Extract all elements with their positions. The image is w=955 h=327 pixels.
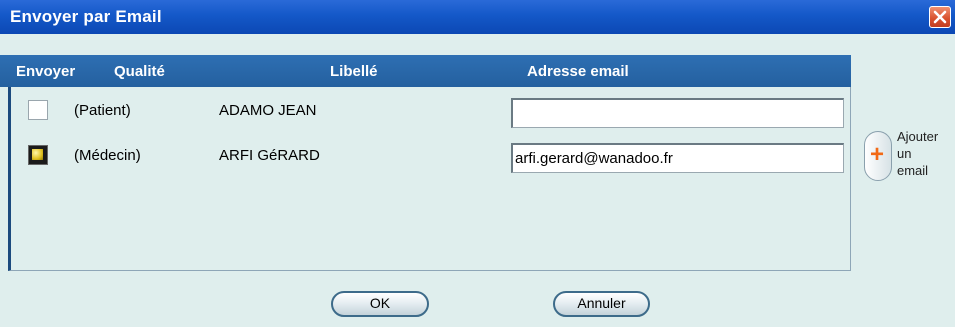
ok-button[interactable]: OK (331, 291, 429, 317)
row-qualite: (Patient) (74, 102, 131, 119)
window-titlebar: Envoyer par Email (0, 0, 955, 34)
header-adresse: Adresse email (527, 63, 629, 80)
add-email-button[interactable]: + (864, 131, 892, 181)
email-field-patient[interactable] (511, 98, 844, 128)
add-email-label: Ajouter un email (897, 129, 939, 178)
cancel-button[interactable]: Annuler (553, 291, 650, 317)
plus-icon: + (870, 141, 885, 168)
email-field-medecin[interactable] (511, 143, 844, 173)
header-libelle: Libellé (330, 63, 378, 80)
row-libelle: ADAMO JEAN (219, 102, 317, 119)
header-qualite: Qualité (114, 63, 165, 80)
table-header: Envoyer Qualité Libellé Adresse email (0, 55, 851, 87)
row-libelle: ARFI GéRARD (219, 147, 320, 164)
send-checkbox-medecin[interactable] (28, 145, 48, 165)
close-button[interactable] (929, 6, 951, 28)
window-title: Envoyer par Email (10, 7, 162, 26)
send-checkbox-patient[interactable] (28, 100, 48, 120)
row-qualite: (Médecin) (74, 147, 141, 164)
close-icon (933, 10, 947, 24)
header-envoyer: Envoyer (16, 63, 76, 80)
